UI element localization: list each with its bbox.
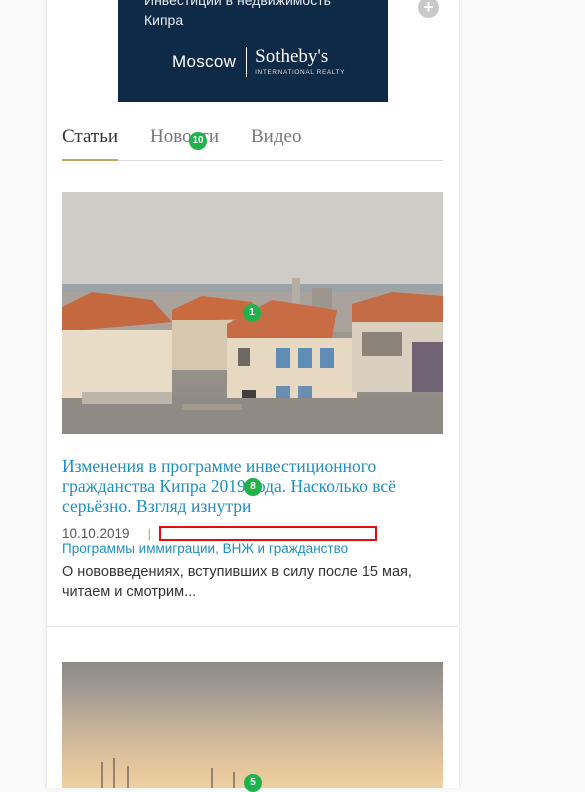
content-tabs: Статьи Новости Видео — [62, 124, 443, 161]
article-meta: 10.10.2019 | — [62, 524, 377, 542]
ad-brand-logo: Moscow Sotheby's INTERNATIONAL REALTY — [172, 46, 345, 78]
ad-logo-divider — [246, 47, 248, 77]
article-image-2[interactable] — [62, 662, 443, 788]
redacted-field — [158, 525, 377, 541]
sothebys-logo: Sotheby's INTERNATIONAL REALTY — [255, 47, 345, 77]
article-divider — [47, 626, 458, 627]
marker-badge-8: 8 — [244, 478, 262, 496]
tab-articles[interactable]: Статьи — [62, 124, 119, 161]
sunset-harbor-photo — [101, 758, 235, 788]
sothebys-sub: INTERNATIONAL REALTY — [255, 69, 346, 77]
tab-video[interactable]: Видео — [251, 124, 301, 160]
tab-news[interactable]: Новости — [150, 124, 219, 160]
marker-badge-10: 10 — [189, 132, 207, 150]
marker-badge-1: 1 — [243, 304, 261, 322]
ad-city: Moscow — [172, 52, 237, 71]
ad-banner[interactable]: Инвестиции в недвижимость Кипра Moscow S… — [118, 0, 388, 102]
article-date: 10.10.2019 — [62, 525, 130, 541]
ad-text: Инвестиции в недвижимость Кипра — [144, 0, 374, 30]
article-category-link[interactable]: Программы иммиграции, ВНЖ и гражданство — [62, 541, 348, 556]
sothebys-name: Sotheby's — [255, 46, 329, 68]
ad-text-line2: Кипра — [144, 12, 184, 28]
ad-text-line1: Инвестиции в недвижимость — [144, 0, 331, 8]
marker-badge-5: 5 — [244, 774, 262, 792]
meta-separator: | — [147, 525, 151, 541]
article-excerpt: О нововведениях, вступивших в силу после… — [62, 564, 412, 600]
